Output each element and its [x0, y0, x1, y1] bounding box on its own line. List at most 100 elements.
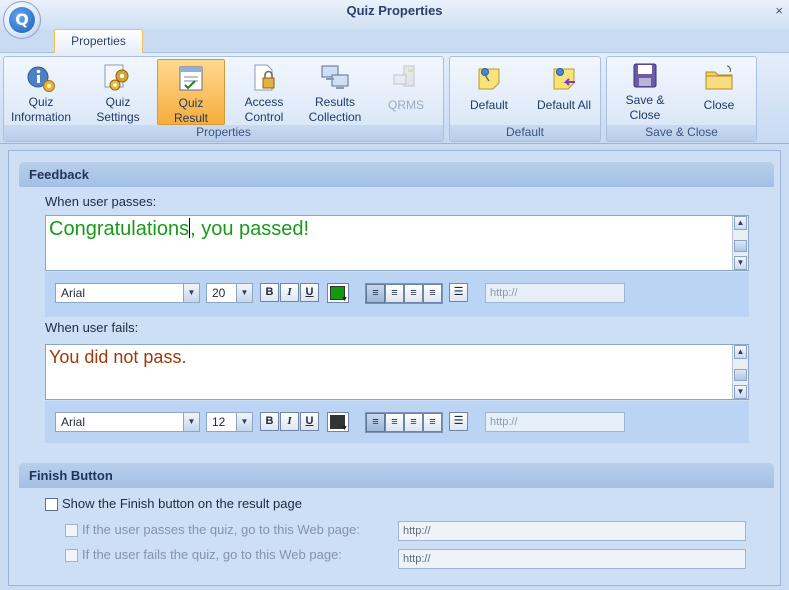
scroll-down-icon[interactable]: ▼ — [734, 256, 747, 270]
fail-alignment-group: ≡ ≡ ≡ ≡ — [365, 412, 443, 433]
align-right-icon[interactable]: ≡ — [404, 413, 423, 432]
default-all-label: Default All — [536, 98, 592, 112]
finish-button-header: Finish Button — [19, 463, 774, 488]
window-title: Quiz Properties — [346, 3, 443, 18]
ribbon-group-default-label: Default — [450, 125, 600, 141]
title-bar: Quiz Properties × — [0, 0, 789, 30]
pass-hyperlink-input[interactable]: http:// — [485, 283, 625, 303]
ribbon-group-save-close: Save & Close Close Save & Close — [606, 56, 757, 142]
fail-redirect-url-input[interactable]: http:// — [398, 549, 746, 569]
fail-underline-button[interactable]: U — [300, 412, 319, 431]
bold-icon: B — [265, 286, 274, 298]
app-logo[interactable]: Q — [3, 1, 41, 39]
quiz-settings-button[interactable]: Quiz Settings — [85, 59, 151, 125]
pass-redirect-url-input[interactable]: http:// — [398, 521, 746, 541]
results-collection-line1: Results — [314, 95, 355, 109]
tab-properties[interactable]: Properties — [54, 29, 143, 53]
ribbon-group-default: Default Default All Default — [449, 56, 601, 142]
quiz-settings-line2: Settings — [96, 110, 140, 124]
fail-font-select[interactable]: Arial ▼ — [55, 412, 200, 432]
close-button[interactable]: Close — [693, 59, 745, 125]
chevron-down-icon[interactable]: ▼ — [236, 413, 252, 431]
align-left-icon[interactable]: ≡ — [366, 284, 385, 303]
qrms-button[interactable]: QRMS — [376, 59, 436, 125]
fail-feedback-label: When user fails: — [45, 320, 139, 335]
chevron-down-icon[interactable]: ▼ — [236, 284, 252, 302]
default-label: Default — [469, 98, 509, 112]
scroll-thumb[interactable] — [734, 369, 747, 381]
pass-size-value: 20 — [212, 286, 226, 300]
pass-feedback-text-start: Congratulations — [49, 218, 190, 240]
scroll-up-icon[interactable]: ▲ — [734, 216, 747, 230]
pass-format-toolbar: Arial ▼ 20 ▼ B I U ▼ ≡ ≡ ≡ ≡ ☰ http:// — [45, 272, 749, 317]
pass-size-select[interactable]: 20 ▼ — [206, 283, 253, 303]
fail-format-toolbar: Arial ▼ 12 ▼ B I U ▼ ≡ ≡ ≡ ≡ ☰ http:// — [45, 401, 749, 443]
fail-feedback-textbox[interactable]: You did not pass. ▲ ▼ — [45, 344, 749, 400]
default-button[interactable]: Default — [462, 59, 516, 125]
fail-hyperlink-input[interactable]: http:// — [485, 412, 625, 432]
access-control-button[interactable]: Access Control — [231, 59, 297, 125]
pin-note-icon — [478, 68, 500, 90]
ribbon: Quiz Information Quiz Settings Quiz Resu… — [0, 52, 789, 144]
align-left-icon[interactable]: ≡ — [366, 413, 385, 432]
fail-size-select[interactable]: 12 ▼ — [206, 412, 253, 432]
save-close-line2: Close — [629, 108, 661, 122]
pass-underline-button[interactable]: U — [300, 283, 319, 302]
pass-feedback-label: When user passes: — [45, 194, 157, 209]
save-close-line1: Save & — [625, 93, 665, 107]
align-center-icon[interactable]: ≡ — [385, 413, 404, 432]
fail-feedback-scrollbar[interactable]: ▲ ▼ — [732, 345, 748, 399]
quiz-information-button[interactable]: Quiz Information — [6, 59, 76, 125]
ribbon-group-properties: Quiz Information Quiz Settings Quiz Resu… — [3, 56, 444, 142]
align-center-icon[interactable]: ≡ — [385, 284, 404, 303]
fail-redirect-label: If the user fails the quiz, go to this W… — [82, 547, 342, 562]
app-logo-letter: Q — [9, 7, 35, 33]
pass-font-select[interactable]: Arial ▼ — [55, 283, 200, 303]
scroll-down-icon[interactable]: ▼ — [734, 385, 747, 399]
chevron-down-icon[interactable]: ▼ — [183, 284, 199, 302]
ribbon-group-properties-label: Properties — [4, 125, 443, 141]
server-icon — [393, 65, 415, 87]
italic-icon: I — [287, 286, 292, 298]
fail-size-value: 12 — [212, 415, 226, 429]
pass-redirect-checkbox[interactable] — [65, 524, 78, 537]
close-window-button[interactable]: × — [775, 3, 783, 18]
chevron-down-icon[interactable]: ▼ — [183, 413, 199, 431]
pass-feedback-text-end: , you passed! — [190, 218, 310, 240]
gears-icon — [104, 64, 129, 91]
fail-bullet-list-icon[interactable]: ☰ — [449, 412, 468, 431]
quiz-result-button[interactable]: Quiz Result — [157, 59, 225, 125]
feedback-header: Feedback — [19, 162, 774, 187]
access-control-line2: Control — [244, 110, 284, 124]
pass-feedback-textbox[interactable]: Congratulations, you passed! ▲ ▼ — [45, 215, 749, 271]
fail-redirect-checkbox[interactable] — [65, 549, 78, 562]
save-and-close-button[interactable]: Save & Close — [615, 59, 675, 125]
pass-bold-button[interactable]: B — [260, 283, 279, 302]
info-gear-icon — [27, 66, 55, 92]
results-collection-button[interactable]: Results Collection — [301, 59, 369, 125]
pass-redirect-label: If the user passes the quiz, go to this … — [82, 522, 360, 537]
italic-icon: I — [287, 415, 292, 427]
result-settings-panel: Feedback When user passes: Congratulatio… — [8, 150, 781, 586]
pass-italic-button[interactable]: I — [280, 283, 299, 302]
align-right-icon[interactable]: ≡ — [404, 284, 423, 303]
quiz-information-line2: Information — [10, 110, 72, 124]
fail-italic-button[interactable]: I — [280, 412, 299, 431]
pass-bullet-list-icon[interactable]: ☰ — [449, 283, 468, 302]
fail-bold-button[interactable]: B — [260, 412, 279, 431]
quiz-settings-line1: Quiz — [105, 95, 131, 109]
pass-text-color-button[interactable]: ▼ — [327, 283, 349, 303]
fail-feedback-text: You did not pass. — [49, 347, 187, 367]
show-finish-button-checkbox[interactable] — [45, 498, 58, 511]
fail-text-color-button[interactable]: ▼ — [327, 412, 349, 432]
default-all-button[interactable]: Default All — [532, 59, 596, 125]
scroll-up-icon[interactable]: ▲ — [734, 345, 747, 359]
quiz-result-icon — [179, 66, 203, 91]
quiz-information-line1: Quiz — [28, 95, 54, 109]
underline-icon: U — [305, 286, 314, 298]
scroll-thumb[interactable] — [734, 240, 747, 252]
align-justify-icon[interactable]: ≡ — [423, 284, 442, 303]
pass-feedback-scrollbar[interactable]: ▲ ▼ — [732, 216, 748, 270]
align-justify-icon[interactable]: ≡ — [423, 413, 442, 432]
results-collection-line2: Collection — [308, 110, 362, 124]
